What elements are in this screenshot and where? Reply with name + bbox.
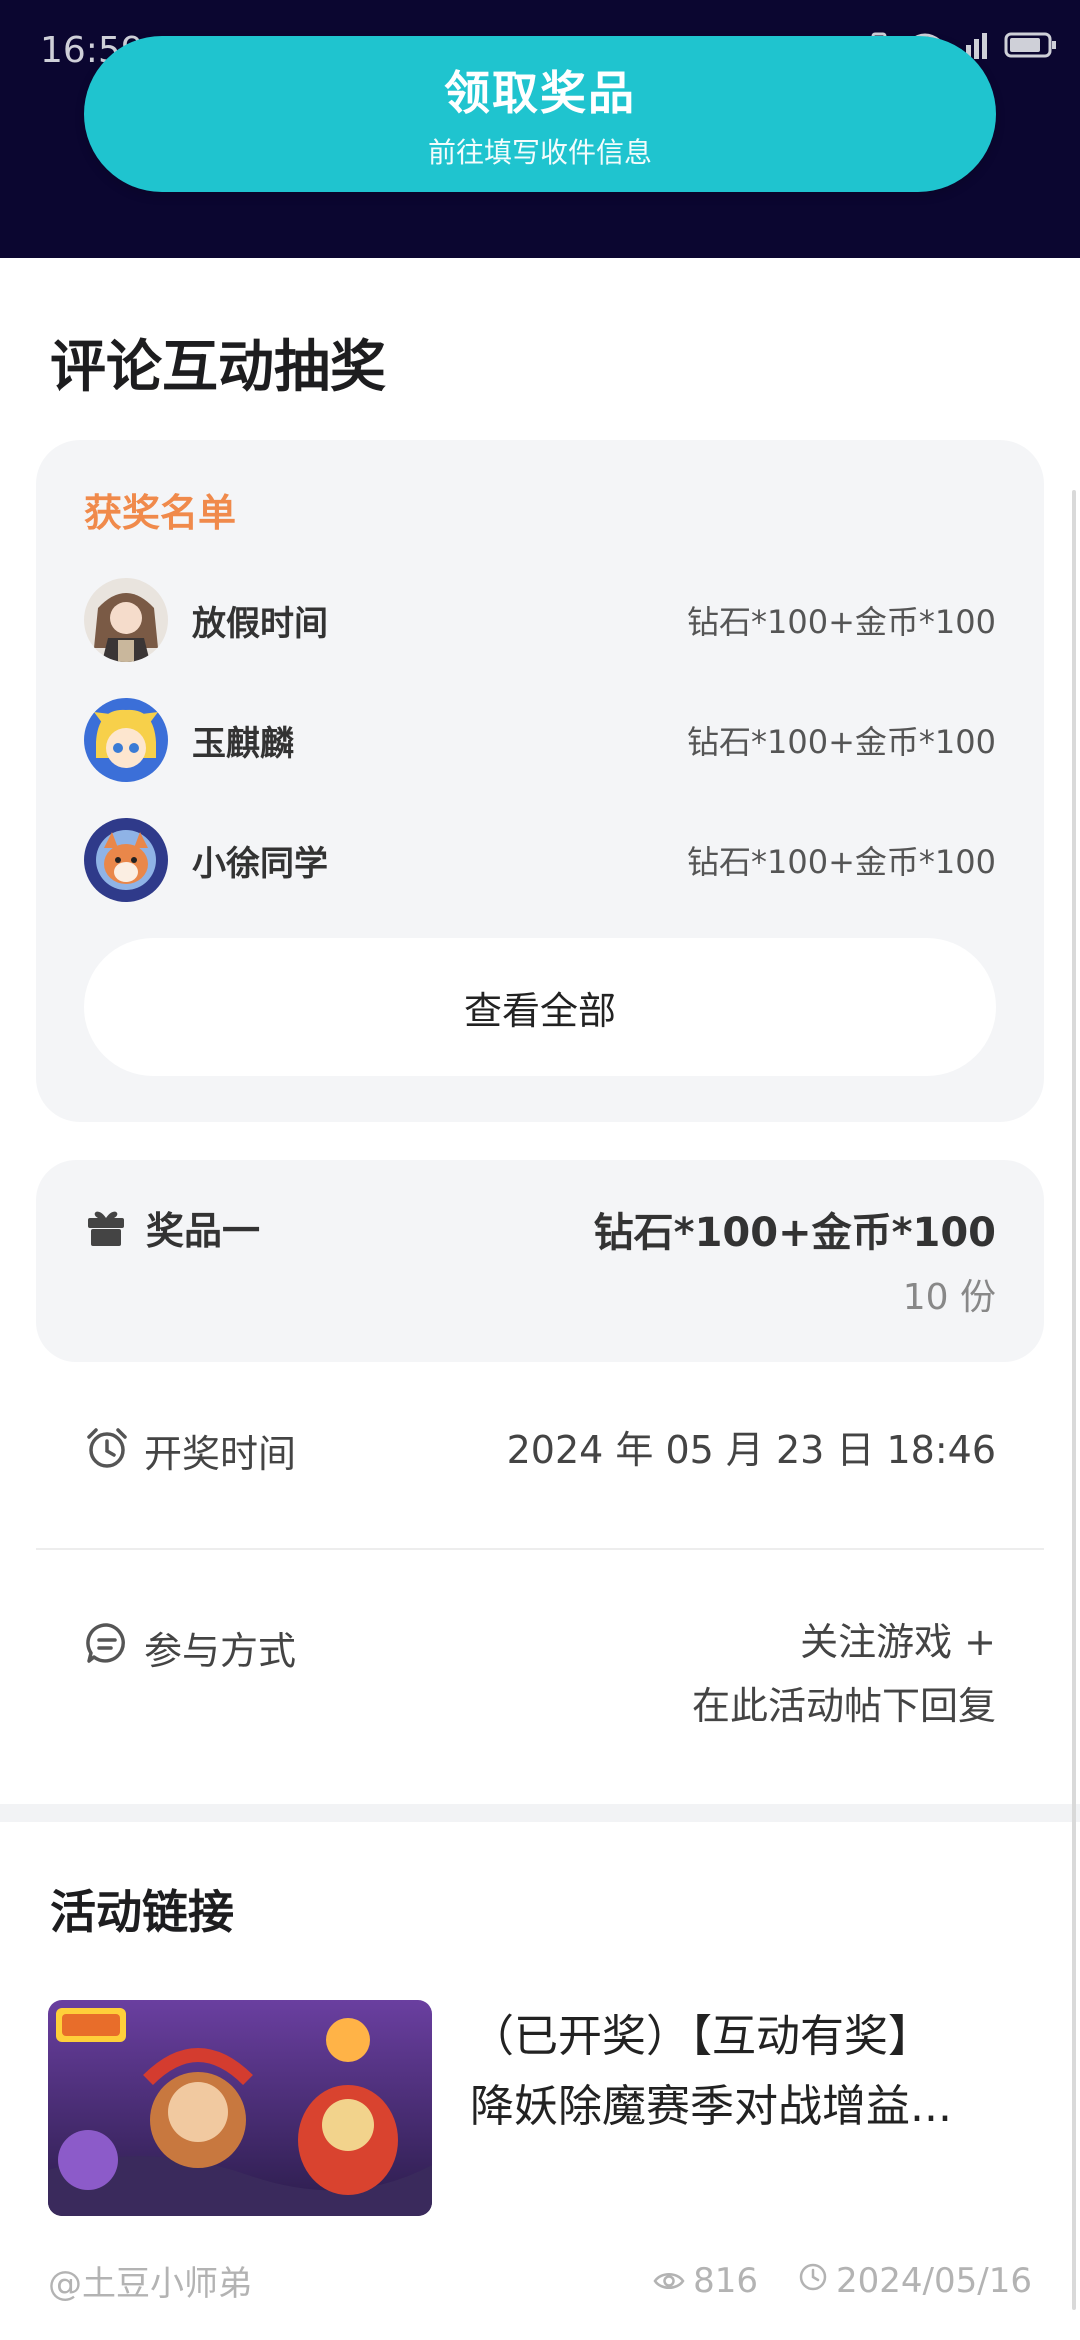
alarm-clock-icon	[84, 1425, 130, 1475]
participation-value: 关注游戏 + 在此活动帖下回复	[692, 1610, 996, 1738]
date-wrap: 2024/05/16	[798, 2261, 1032, 2301]
view-count: 816	[693, 2260, 759, 2301]
winner-row[interactable]: 玉麒麟 钻石*100+金币*100	[84, 690, 996, 790]
prize-label: 奖品一	[146, 1209, 261, 1253]
clock-icon	[798, 2261, 828, 2301]
draw-time-label-wrap: 开奖时间	[84, 1418, 296, 1482]
top-banner: 16:59 领取奖品 前往填写收件信息	[0, 0, 1080, 258]
winner-name: 放假时间	[192, 603, 328, 644]
prize-value: 钻石*100+金币*100	[593, 1210, 996, 1256]
scrollbar[interactable]	[1072, 490, 1076, 2310]
activity-link-title: 活动链接	[50, 1885, 234, 1939]
article-title-line2: 降妖除魔赛季对战增益...	[470, 2081, 952, 2132]
claim-prize-title: 领取奖品	[444, 66, 636, 120]
divider	[36, 1548, 1044, 1550]
draw-time-value: 2024 年 05 月 23 日 18:46	[506, 1428, 996, 1472]
avatar	[84, 698, 168, 782]
article-author[interactable]: @土豆小师弟	[48, 2256, 613, 2305]
prize-count: 10 份	[902, 1277, 996, 1318]
winner-name: 玉麒麟	[192, 723, 294, 764]
winners-card: 获奖名单 放假时间 钻石*100+金币*100 玉麒麟 钻石*100+金币*10…	[36, 440, 1044, 1122]
participation-label: 参与方式	[144, 1629, 297, 1673]
chat-bubble-icon	[84, 1620, 130, 1670]
winner-prize: 钻石*100+金币*100	[687, 603, 996, 641]
draw-time-row: 开奖时间 2024 年 05 月 23 日 18:46	[84, 1418, 996, 1482]
article-thumbnail[interactable]	[48, 2000, 432, 2216]
claim-prize-subtitle: 前往填写收件信息	[427, 136, 652, 169]
post-date: 2024/05/16	[836, 2260, 1032, 2301]
article-meta: @土豆小师弟 816 2024/05/16	[48, 2256, 1032, 2305]
prize-label-wrap: 奖品一	[84, 1200, 260, 1255]
prize-card: 奖品一 钻石*100+金币*100 10 份	[36, 1160, 1044, 1362]
article-title-line1: （已开奖）【互动有奖】	[470, 2011, 932, 2062]
participation-row: 参与方式 关注游戏 + 在此活动帖下回复	[84, 1610, 996, 1738]
eye-icon	[653, 2261, 685, 2301]
gift-icon	[84, 1204, 128, 1252]
avatar	[84, 578, 168, 662]
winner-prize: 钻石*100+金币*100	[687, 723, 996, 761]
view-all-button[interactable]: 查看全部	[84, 938, 996, 1076]
winner-row[interactable]: 小徐同学 钻石*100+金币*100	[84, 810, 996, 910]
winner-row[interactable]: 放假时间 钻石*100+金币*100	[84, 570, 996, 670]
participation-line2: 在此活动帖下回复	[691, 1684, 996, 1728]
claim-prize-button[interactable]: 领取奖品 前往填写收件信息	[84, 36, 996, 192]
winner-name: 小徐同学	[192, 843, 328, 884]
participation-line1: 关注游戏 +	[800, 1620, 996, 1664]
winners-title: 获奖名单	[84, 491, 237, 535]
page-title: 评论互动抽奖	[50, 335, 386, 400]
draw-time-label: 开奖时间	[144, 1431, 297, 1476]
battery-icon	[1004, 31, 1058, 66]
winner-prize: 钻石*100+金币*100	[687, 843, 996, 881]
article-title[interactable]: （已开奖）【互动有奖】 降妖除魔赛季对战增益...	[470, 2002, 1010, 2142]
participation-label-wrap: 参与方式	[84, 1610, 296, 1738]
section-gap	[0, 1804, 1080, 1822]
avatar	[84, 818, 168, 902]
views-wrap: 816	[653, 2261, 758, 2301]
